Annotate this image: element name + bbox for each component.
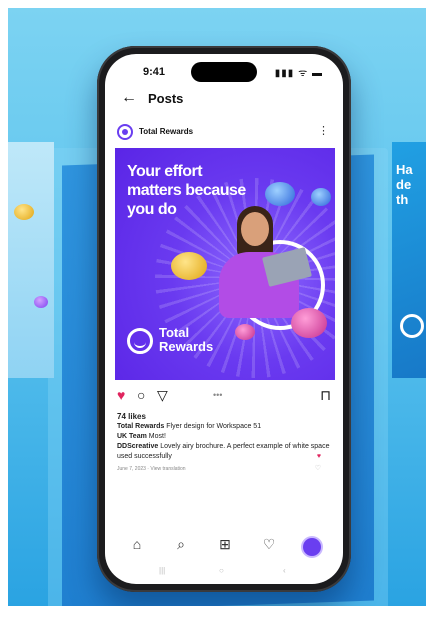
phone-frame: 9:41 ▮▮▮ ᯤ ▬ ← Posts Total Rewards ⋮ You… (97, 46, 351, 592)
nav-back-icon[interactable]: ‹ (283, 566, 286, 575)
comment-like-heart-icon[interactable]: ♥ (317, 452, 321, 462)
blue-coin-small (311, 188, 331, 206)
back-arrow-icon[interactable]: ← (121, 89, 137, 107)
page-header: ← Posts (105, 88, 343, 112)
gold-coin (171, 252, 207, 280)
purple-coin-fragment (34, 296, 48, 308)
person-face (241, 212, 269, 246)
signal-wifi-battery-icon: ▮▮▮ ᯤ ▬ (274, 68, 323, 79)
caption-line: Total Rewards Flyer design for Workspace… (117, 422, 333, 432)
post-headline: Your effort matters because you do (127, 163, 246, 218)
page-title: Posts (148, 91, 184, 106)
phone-screen: 9:41 ▮▮▮ ᯤ ▬ ← Posts Total Rewards ⋮ You… (105, 54, 343, 584)
search-icon[interactable]: ⌕ (169, 536, 193, 553)
post-meta[interactable]: June 7, 2023 · View translation (117, 464, 333, 474)
bottom-tab-bar: ⌂ ⌕ ⊞ ♡ (105, 536, 343, 562)
home-icon[interactable]: ⌂ (125, 536, 149, 552)
right-card-text: Ha de th (396, 162, 413, 207)
carousel-dots: ••• (213, 390, 223, 400)
comment-text: Most! (148, 433, 166, 440)
account-name[interactable]: Total Rewards (139, 127, 193, 136)
share-icon[interactable]: ▽ (157, 387, 168, 404)
pink-coin-large (291, 308, 327, 338)
gold-coin-fragment (14, 204, 34, 220)
post-actions: ♥ ○ ▽ ••• ⊓ (105, 387, 343, 407)
brand-wordmark: Total Rewards (159, 325, 214, 354)
post-caption: 74 likes Total Rewards Flyer design for … (117, 412, 333, 474)
total-rewards-logo (127, 328, 153, 354)
pink-coin (235, 324, 255, 340)
right-card-logo-ring (400, 314, 424, 338)
post-header: Total Rewards ⋮ (105, 122, 343, 146)
add-post-icon[interactable]: ⊞ (213, 536, 237, 553)
right-side-card: Ha de th (392, 142, 426, 378)
status-bar: 9:41 ▮▮▮ ᯤ ▬ (105, 54, 343, 84)
dynamic-island (191, 62, 257, 82)
recent-apps-icon[interactable]: ||| (159, 566, 165, 575)
blue-coin-top (265, 182, 295, 206)
account-avatar[interactable] (117, 124, 133, 140)
comment-line: UK Team Most! (117, 432, 333, 442)
like-heart-icon[interactable]: ♥ (117, 387, 125, 403)
status-time: 9:41 (143, 66, 166, 78)
activity-heart-icon[interactable]: ♡ (257, 536, 281, 553)
likes-count[interactable]: 74 likes (117, 412, 333, 422)
comment-username[interactable]: DDScreative (117, 443, 158, 450)
caption-username[interactable]: Total Rewards (117, 423, 164, 430)
comment-username[interactable]: UK Team (117, 433, 147, 440)
comment-like-outline-icon[interactable]: ♡ (315, 464, 321, 474)
comment-line: DDScreative Lovely airy brochure. A perf… (117, 442, 333, 462)
caption-text: Flyer design for Workspace 51 (166, 423, 262, 430)
comment-icon[interactable]: ○ (137, 387, 145, 403)
post-image[interactable]: Your effort matters because you do Total… (115, 148, 335, 380)
more-options-icon[interactable]: ⋮ (318, 124, 329, 137)
background-scene: Ha de th 9:41 ▮▮▮ ᯤ ▬ ← Posts Total Rewa… (8, 8, 426, 606)
left-side-card (8, 142, 54, 378)
bookmark-icon[interactable]: ⊓ (320, 387, 331, 404)
profile-avatar-icon[interactable] (303, 538, 321, 556)
system-nav-bar: ||| ○ ‹ (105, 566, 343, 580)
home-circle-icon[interactable]: ○ (219, 566, 224, 575)
